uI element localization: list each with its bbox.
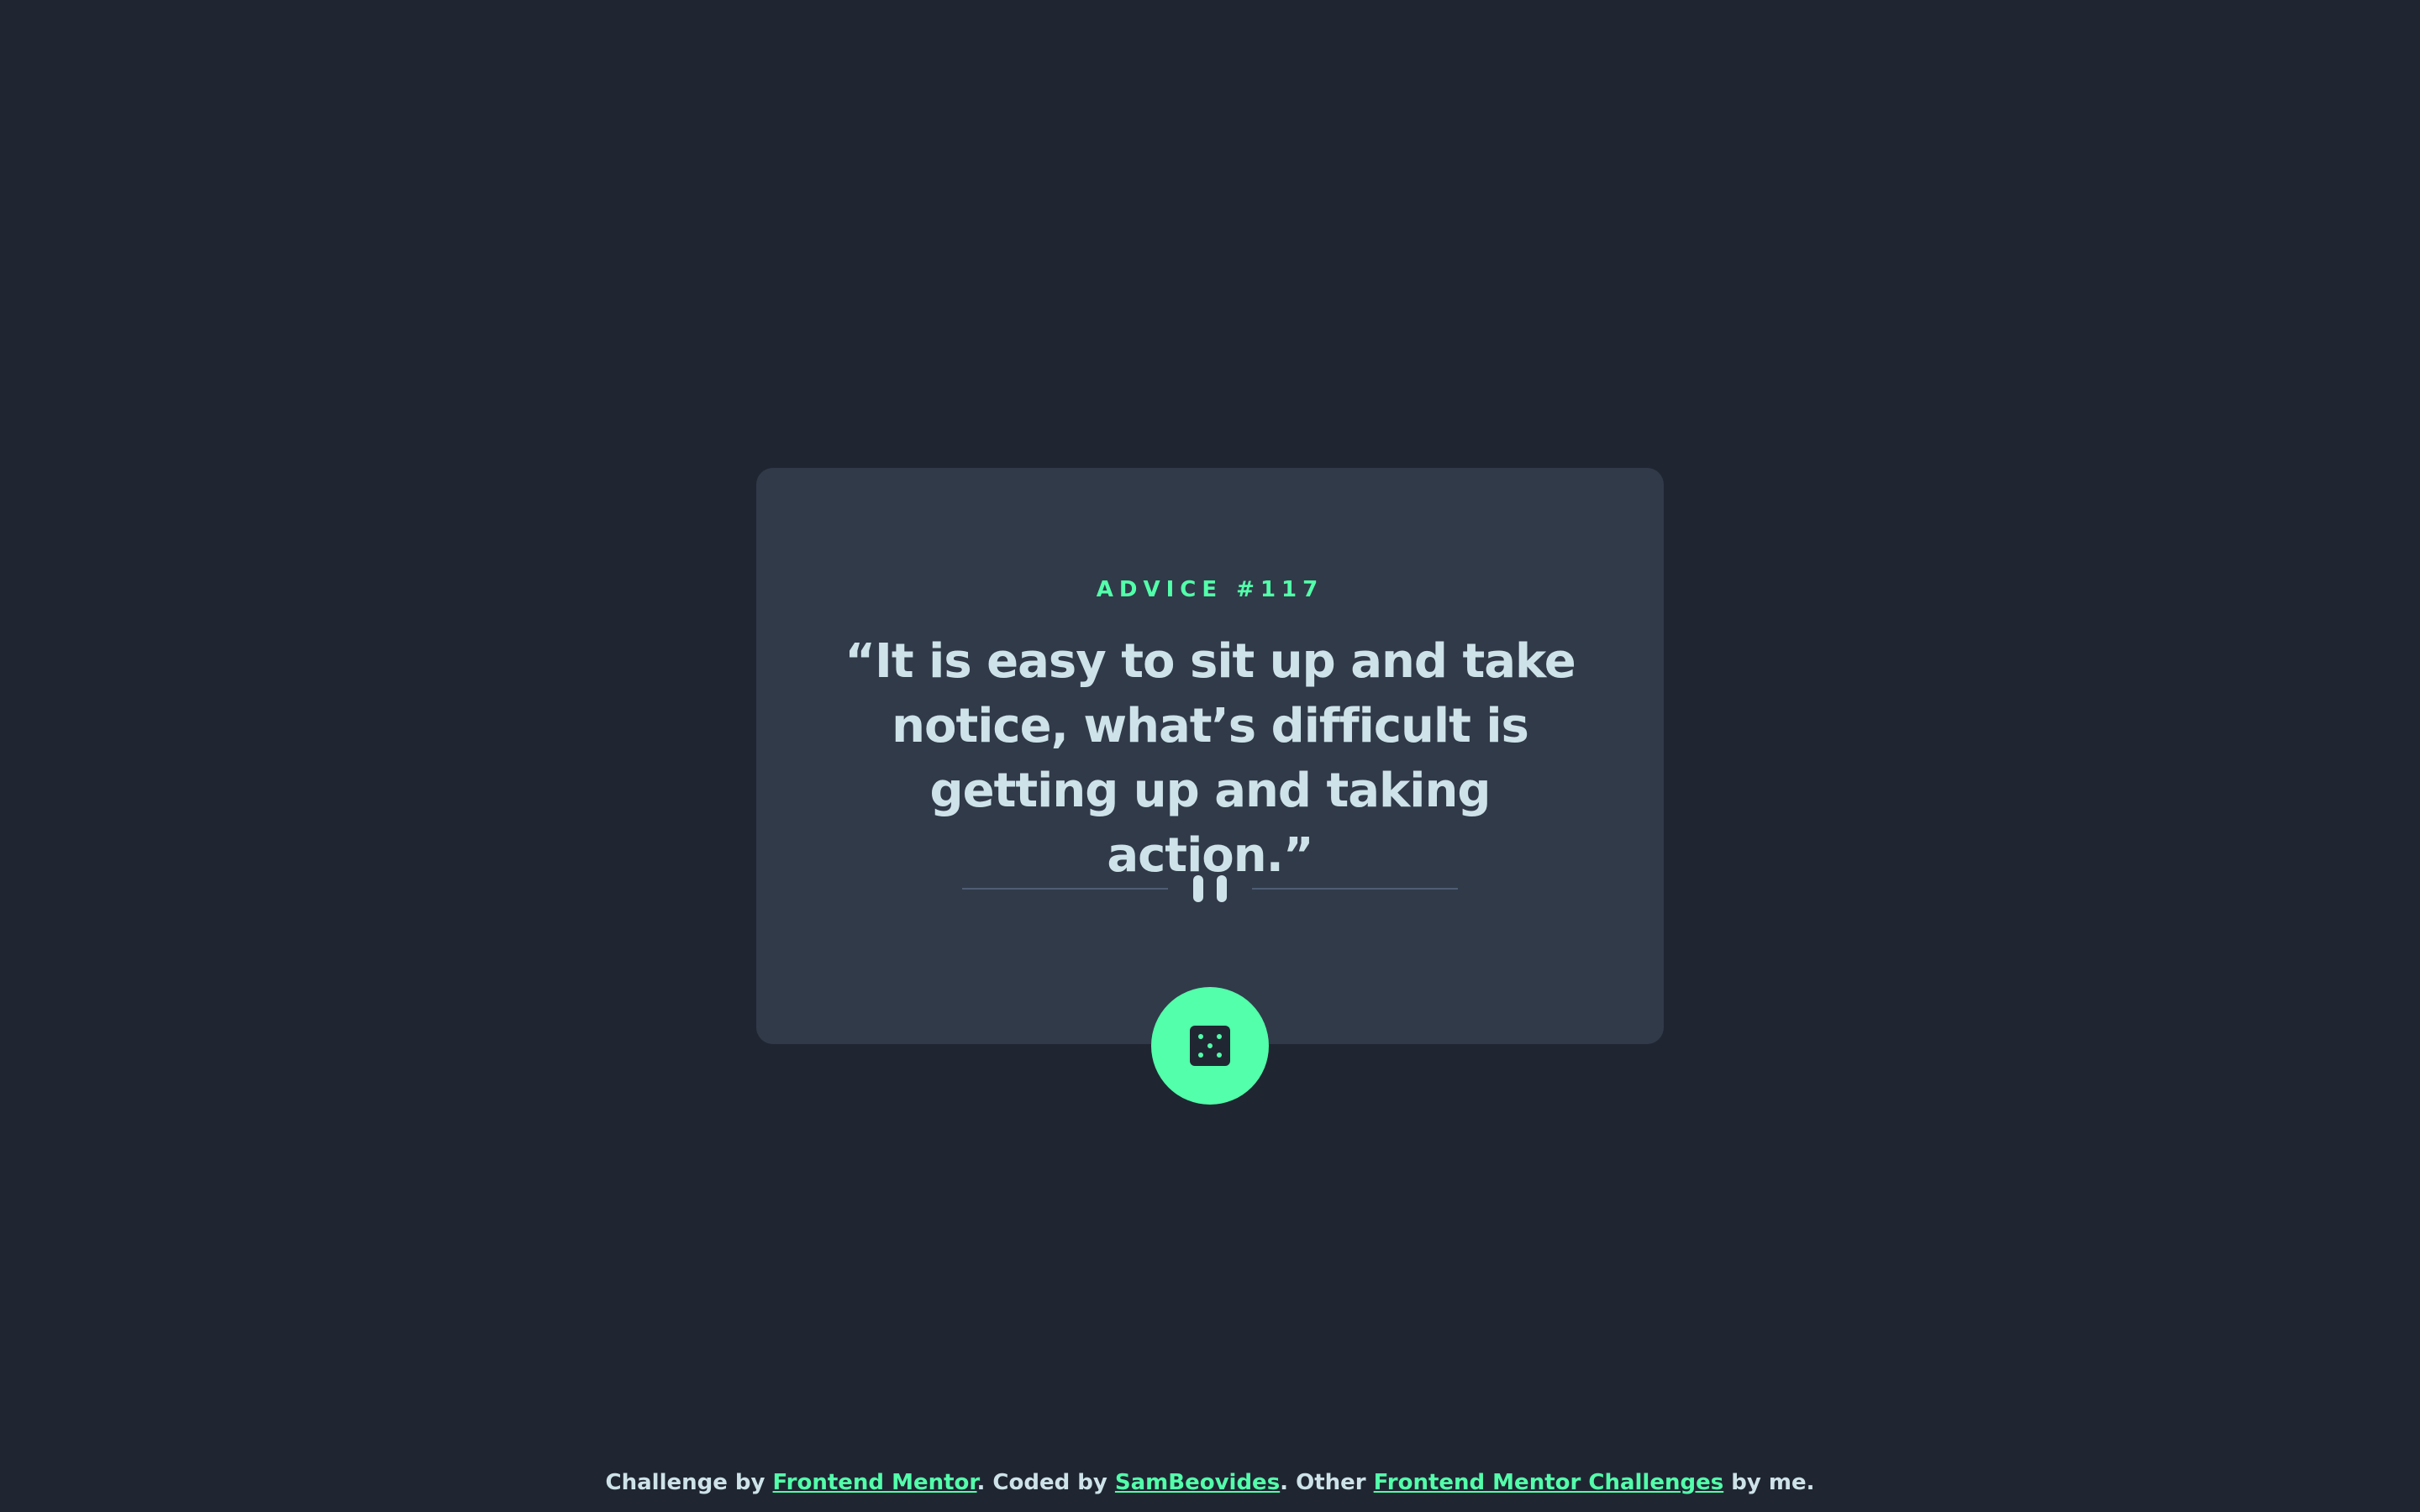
challenges-link[interactable]: Frontend Mentor Challenges bbox=[1374, 1470, 1724, 1495]
footer-middle-1: . Coded by bbox=[976, 1470, 1115, 1495]
dice-icon bbox=[1190, 1026, 1230, 1066]
attribution-footer: Challenge by Frontend Mentor. Coded by S… bbox=[0, 1462, 2420, 1504]
footer-prefix: Challenge by bbox=[605, 1470, 773, 1495]
author-link[interactable]: SamBeovides bbox=[1115, 1470, 1280, 1495]
pause-divider-icon bbox=[962, 874, 1458, 903]
footer-middle-2: . Other bbox=[1280, 1470, 1374, 1495]
advice-quote: “It is easy to sit up and take notice, w… bbox=[844, 634, 1576, 883]
new-advice-button[interactable] bbox=[1151, 987, 1269, 1105]
frontend-mentor-link[interactable]: Frontend Mentor bbox=[773, 1470, 977, 1495]
advice-id: ADVICE #117 bbox=[1096, 577, 1324, 602]
footer-suffix: by me. bbox=[1723, 1470, 1815, 1495]
advice-card: ADVICE #117 “It is easy to sit up and ta… bbox=[756, 468, 1664, 1105]
